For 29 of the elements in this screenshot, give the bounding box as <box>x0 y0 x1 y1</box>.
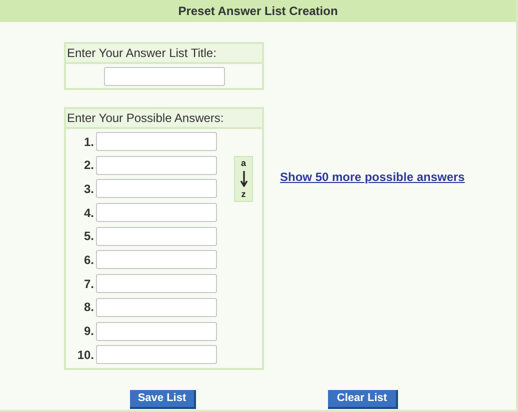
answer-number: 2. <box>82 157 95 174</box>
answer-input-field[interactable] <box>96 179 217 198</box>
answer-number: 10. <box>76 346 95 364</box>
answer-input-field[interactable] <box>96 156 217 175</box>
page-title: Preset Answer List Creation <box>178 3 338 20</box>
action-button[interactable]: Clear List <box>328 390 398 409</box>
answer-number: 6. <box>82 252 95 269</box>
panel-label: Enter Your Possible Answers: <box>67 110 224 127</box>
sort-button[interactable]: a z <box>234 156 253 202</box>
answer-input-field[interactable] <box>96 345 217 364</box>
answer-input-field[interactable] <box>96 132 217 151</box>
answer-input-field[interactable] <box>96 298 217 317</box>
answer-number: 5. <box>82 228 95 246</box>
answer-input-field[interactable] <box>96 274 217 294</box>
action-button[interactable]: Save List <box>130 390 196 409</box>
answer-number: 7. <box>82 276 95 293</box>
answer-input-field[interactable] <box>96 226 217 246</box>
title-input-field[interactable] <box>104 66 224 86</box>
answer-input-field[interactable] <box>96 322 217 340</box>
answer-number: 4. <box>82 204 95 222</box>
answer-number: 1. <box>82 134 95 150</box>
down-arrow-icon <box>240 171 248 187</box>
panel-label: Enter Your Answer List Title: <box>67 45 216 62</box>
answer-number: 8. <box>82 299 95 316</box>
answer-number: 3. <box>82 180 95 198</box>
answer-input-field[interactable] <box>96 203 217 222</box>
answer-number: 9. <box>82 323 95 340</box>
show-more-link[interactable]: Show 50 more possible answers <box>280 168 465 186</box>
answer-input-field[interactable] <box>96 250 217 270</box>
